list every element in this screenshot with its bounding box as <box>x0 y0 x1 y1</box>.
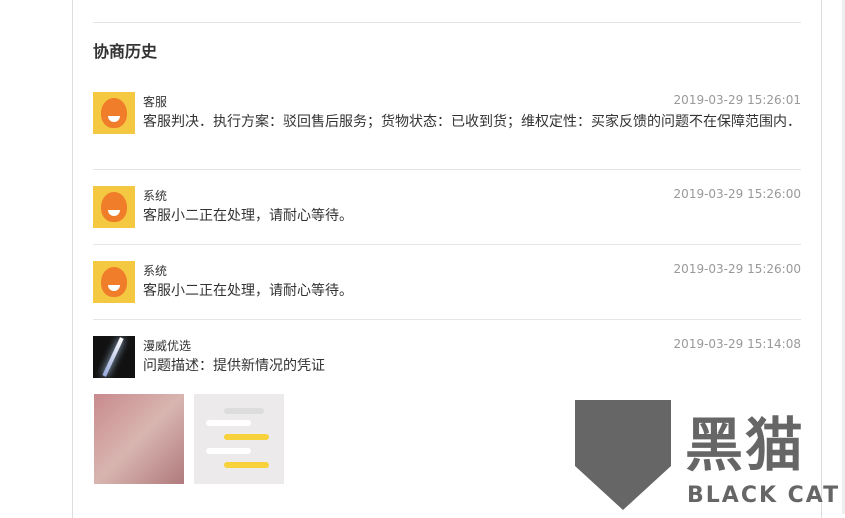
history-item: 系统 2019-03-29 15:26:00 客服小二正在处理，请耐心等待。 <box>93 261 801 320</box>
history-item: 漫威优选 2019-03-29 15:14:08 问题描述：提供新情况的凭证 <box>93 336 801 386</box>
message-text: 问题描述：提供新情况的凭证 <box>143 358 325 374</box>
avatar <box>93 186 135 228</box>
evidence-image[interactable] <box>94 394 184 484</box>
watermark-cn: 黑猫 <box>685 411 806 479</box>
sender-name: 客服 <box>143 95 168 109</box>
cat-shield-icon <box>575 400 671 510</box>
history-item: 系统 2019-03-29 15:26:00 客服小二正在处理，请耐心等待。 <box>93 186 801 245</box>
sender-name: 系统 <box>143 189 168 203</box>
message-text: 客服小二正在处理，请耐心等待。 <box>143 208 353 224</box>
avatar <box>93 261 135 303</box>
section-title: 协商历史 <box>93 42 158 61</box>
message-text: 客服小二正在处理，请耐心等待。 <box>143 283 353 299</box>
sender-name: 系统 <box>143 264 168 278</box>
watermark-en: BLACK CAT <box>687 483 841 508</box>
divider <box>93 22 801 23</box>
timestamp: 2019-03-29 15:26:01 <box>673 93 801 107</box>
avatar <box>93 336 135 378</box>
timestamp: 2019-03-29 15:26:00 <box>673 262 801 276</box>
evidence-image[interactable] <box>194 394 284 484</box>
history-item: 客服 2019-03-29 15:26:01 客服判决．执行方案：驳回售后服务；… <box>93 92 801 170</box>
message-text: 客服判决．执行方案：驳回售后服务；货物状态：已收到货；维权定性：买家反馈的问题不… <box>143 114 801 130</box>
watermark-logo: 黑猫 BLACK CAT <box>575 398 845 514</box>
sender-name: 漫威优选 <box>143 339 192 353</box>
timestamp: 2019-03-29 15:14:08 <box>673 337 801 351</box>
avatar <box>93 92 135 134</box>
timestamp: 2019-03-29 15:26:00 <box>673 187 801 201</box>
